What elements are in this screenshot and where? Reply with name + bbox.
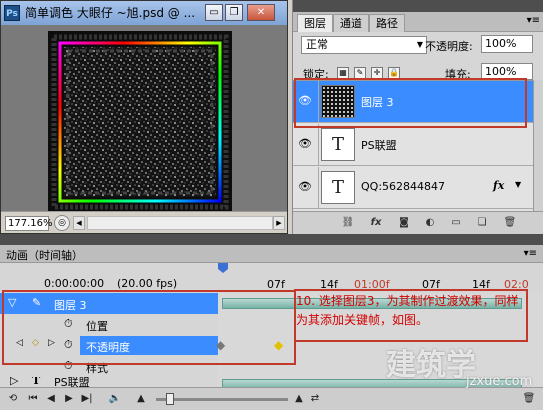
prev-frame-icon[interactable]: ◀ <box>44 392 58 406</box>
navigator-icon[interactable]: ◎ <box>54 215 70 231</box>
canvas-artwork <box>48 31 232 213</box>
horizontal-scrollbar[interactable] <box>87 216 273 230</box>
visibility-toggle[interactable]: 👁 <box>293 124 319 166</box>
slider-thumb[interactable] <box>166 393 174 405</box>
layer-name: QQ:562844847 <box>361 180 446 193</box>
lock-icons: ▦ ✎ ✛ 🔒 <box>337 65 417 79</box>
panel-drag-strip[interactable] <box>293 0 543 12</box>
text-layer-thumbnail: T <box>321 171 355 204</box>
chevron-down-icon: ▼ <box>416 40 423 49</box>
play-icon[interactable]: ▶ <box>62 392 76 406</box>
first-frame-icon[interactable]: ⏮ <box>26 392 40 406</box>
scroll-right-icon[interactable]: ▶ <box>273 216 285 230</box>
annotation-text: 10. 选择图层3，为其制作过渡效果，同样为其添加关键帧，如图。 <box>296 294 519 327</box>
canvas-area[interactable] <box>1 25 287 213</box>
animation-toolbar: ⟲ ⏮ ◀ ▶ ▶| 🔈 ▲ ▲ ⇄ 🗑 <box>0 387 543 410</box>
zoom-out-icon[interactable]: ▲ <box>134 392 148 406</box>
text-layer-icon: T <box>32 377 41 387</box>
zoom-field[interactable]: 177.16% <box>5 216 53 231</box>
scroll-left-icon[interactable]: ◀ <box>73 216 85 230</box>
animation-title-bar: 动画（时间轴） ▾≡ <box>0 245 543 263</box>
eye-icon: 👁 <box>298 137 312 150</box>
opacity-field[interactable]: 100% <box>481 35 533 53</box>
tab-layers[interactable]: 图层 <box>297 14 333 32</box>
expand-arrow-icon[interactable]: ▷ <box>10 377 18 387</box>
minimize-button[interactable]: ▭ <box>205 4 223 21</box>
close-button[interactable]: ✕ <box>247 4 275 21</box>
opacity-label: 不透明度: <box>425 40 473 53</box>
mask-icon[interactable]: ◙ <box>397 216 411 230</box>
row-name: PS联盟 <box>54 377 90 387</box>
convert-icon[interactable]: ⇄ <box>308 392 322 406</box>
layers-bottom-toolbar: ⛓ fx ◙ ◐ ▭ ❏ 🗑 <box>293 211 543 234</box>
panel-drag-strip[interactable] <box>0 234 543 245</box>
new-layer-icon[interactable]: ❏ <box>475 216 489 230</box>
animation-title[interactable]: 动画（时间轴） <box>6 247 83 263</box>
tab-channels[interactable]: 通道 <box>333 14 369 32</box>
loop-icon[interactable]: ⟲ <box>6 392 20 406</box>
animation-panel: 动画（时间轴） ▾≡ 0:00:00:00 (20.00 fps) 07f 14… <box>0 234 543 410</box>
status-bar: 177.16% ◎ ◀ ▶ <box>1 211 287 233</box>
document-title[interactable]: 简单调色 大眼仔 ~旭.psd @ ... <box>1 1 287 25</box>
playhead-icon[interactable] <box>218 263 228 273</box>
adjustment-icon[interactable]: ◐ <box>423 216 437 230</box>
tab-paths[interactable]: 路径 <box>369 14 405 32</box>
panel-tabs: 图层 通道 路径 ▾≡ <box>293 12 543 32</box>
timeline-zoom-slider[interactable] <box>156 398 288 401</box>
audio-icon[interactable]: 🔈 <box>108 392 122 406</box>
text-layer-thumbnail: T <box>321 128 355 161</box>
blend-mode-value: 正常 <box>306 38 328 51</box>
panel-menu-icon[interactable]: ▾≡ <box>524 248 537 259</box>
highlight-box <box>2 290 296 365</box>
zoom-in-icon[interactable]: ▲ <box>292 392 306 406</box>
fx-badge-icon[interactable]: fx <box>493 179 504 192</box>
current-time: 0:00:00:00 <box>44 277 105 290</box>
folder-icon[interactable]: ▭ <box>449 216 463 230</box>
frame-rate: (20.00 fps) <box>117 277 178 290</box>
link-icon[interactable]: ⛓ <box>341 216 355 230</box>
highlight-box <box>294 78 527 128</box>
eye-icon: 👁 <box>298 180 312 193</box>
time-info: 0:00:00:00 (20.00 fps) <box>0 263 218 293</box>
watermark-url: jzxue.com <box>466 374 533 389</box>
trash-icon[interactable]: 🗑 <box>522 392 536 406</box>
trash-icon[interactable]: 🗑 <box>503 216 517 230</box>
layer-row[interactable]: 👁 T PS联盟 <box>293 124 533 166</box>
restore-button[interactable]: ❐ <box>225 4 243 21</box>
layer-row[interactable]: 👁 T QQ:562844847 fx ▼ <box>293 167 533 209</box>
layer-list-scrollbar[interactable] <box>533 80 543 211</box>
visibility-toggle[interactable]: 👁 <box>293 167 319 209</box>
blend-mode-select[interactable]: 正常 ▼ <box>301 36 427 54</box>
expand-effects-icon[interactable]: ▼ <box>515 180 521 189</box>
fx-icon[interactable]: fx <box>369 216 383 230</box>
row-label[interactable]: ▷ T PS联盟 <box>0 377 218 387</box>
layer-name: PS联盟 <box>361 139 397 152</box>
document-window: 简单调色 大眼仔 ~旭.psd @ ... Ps ▭ ❐ ✕ 177.16% ◎… <box>0 0 288 234</box>
photoshop-logo-icon: Ps <box>4 5 20 21</box>
next-frame-icon[interactable]: ▶| <box>80 392 94 406</box>
panel-menu-icon[interactable]: ▾≡ <box>527 15 540 26</box>
watermark-logo: 建筑学 <box>386 348 476 383</box>
